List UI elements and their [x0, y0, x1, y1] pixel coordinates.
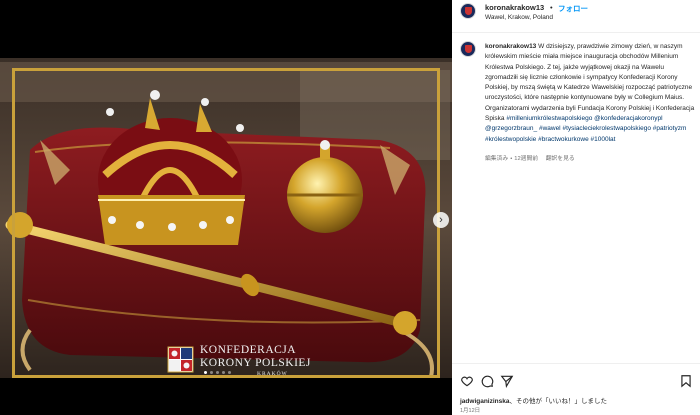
follow-button[interactable]: フォロー [558, 3, 588, 14]
post-header: koronakrakow13 • フォロー Wawel, Krakow, Pol… [452, 0, 700, 33]
comments-section: koronakrakow13 W dzisiejszy, prawdziwie … [452, 33, 700, 363]
carousel-indicator [204, 371, 231, 374]
post-location[interactable]: Wawel, Krakow, Poland [485, 14, 553, 21]
caption-text: W dzisiejszy, prawdziwie zimowy dzień, w… [485, 43, 695, 123]
likes-summary: jadwiganizinska、その他が「いいね！」しました [460, 395, 607, 405]
action-bar: jadwiganizinska、その他が「いいね！」しました 1月12日 [452, 363, 700, 415]
separator-dot: • [510, 156, 513, 162]
watermark-logo: KONFEDERACJA KORONY POLSKIEJ KRAKÓW [167, 344, 317, 377]
share-icon[interactable] [500, 374, 514, 388]
caption-meta: 編集済み • 12週間前 翻訳を見る [485, 153, 575, 162]
edited-label: 編集済み [485, 156, 509, 162]
hashtag[interactable]: #królestwopolskie [485, 136, 536, 143]
likes-text[interactable]: 、その他が「いいね！」しました [510, 398, 608, 405]
carousel-dot [228, 371, 231, 374]
logo-text-line3: KRAKÓW [257, 371, 288, 377]
logo-text-line2: KORONY POLSKIEJ [200, 357, 311, 369]
avatar[interactable] [460, 3, 476, 19]
carousel-dot [222, 371, 225, 374]
bookmark-icon[interactable] [679, 374, 693, 388]
mention[interactable]: @konfederacjakoronypl [594, 115, 662, 122]
post-caption: koronakrakow13 W dzisiejszy, prawdziwie … [485, 42, 695, 145]
post-sidebar: koronakrakow13 • フォロー Wawel, Krakow, Pol… [452, 0, 700, 415]
chevron-right-icon[interactable]: › [433, 212, 449, 228]
likes-username[interactable]: jadwiganizinska [460, 398, 510, 405]
carousel-dot [210, 371, 213, 374]
post-time: 12週間前 [514, 156, 539, 162]
coat-of-arms-icon [167, 346, 194, 373]
hashtag[interactable]: #1000lat [591, 136, 616, 143]
separator-dot: • [550, 3, 553, 12]
translate-link[interactable]: 翻訳を見る [546, 156, 575, 162]
carousel-dot [216, 371, 219, 374]
avatar[interactable] [460, 41, 476, 57]
hashtag[interactable]: #patriotyzm [653, 125, 687, 132]
hashtag[interactable]: #tysiacleciekrolestwapolskiego [562, 125, 651, 132]
caption-username[interactable]: koronakrakow13 [485, 43, 536, 50]
logo-text-line1: KONFEDERACJA [200, 344, 297, 356]
post-date[interactable]: 1月12日 [460, 406, 480, 414]
heart-icon[interactable] [460, 374, 474, 388]
carousel-dot [204, 371, 207, 374]
hashtag[interactable]: #milleniumkrólestwapolskiego [506, 115, 592, 122]
mention[interactable]: @grzegorzbraun_ [485, 125, 537, 132]
hashtag[interactable]: #wawel [539, 125, 561, 132]
header-username[interactable]: koronakrakow13 [485, 3, 544, 12]
comment-icon[interactable] [480, 374, 494, 388]
post-media[interactable]: KONFEDERACJA KORONY POLSKIEJ KRAKÓW › [0, 0, 452, 415]
hashtag[interactable]: #bractwokurkowe [538, 136, 589, 143]
